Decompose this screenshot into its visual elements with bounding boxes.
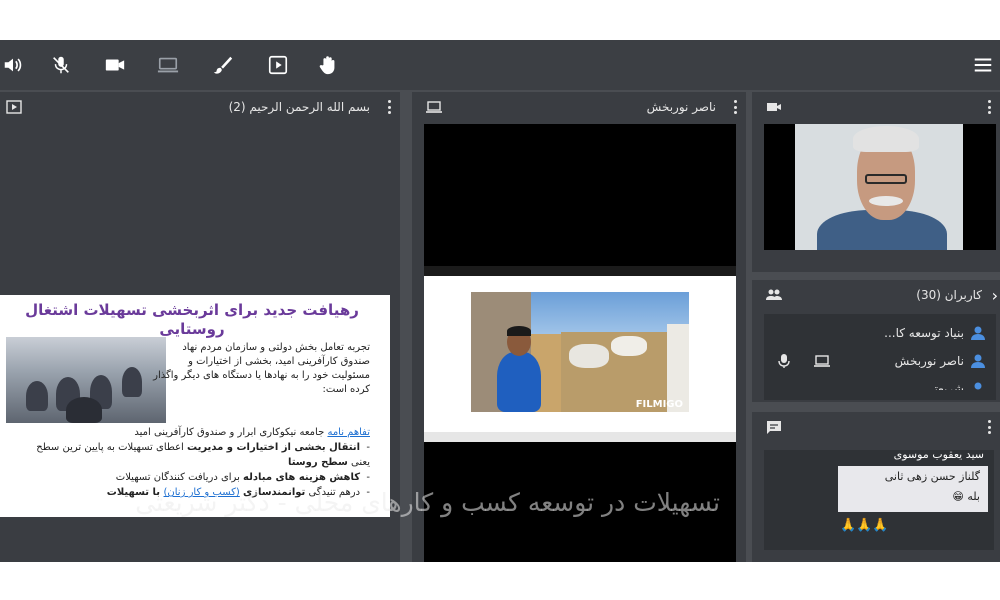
users-icon bbox=[766, 287, 782, 303]
chat-reactions: 🙏🙏🙏 bbox=[840, 518, 889, 533]
screen-share-icon bbox=[426, 99, 442, 115]
screen-panel-header: ناصر نوربخش bbox=[412, 92, 746, 122]
webcam-options-icon[interactable] bbox=[984, 98, 994, 116]
toolbar bbox=[0, 40, 1000, 90]
user-name: ناصر نوربخش bbox=[894, 354, 964, 368]
user-icon bbox=[970, 353, 986, 369]
video-watermark: FILMIGO bbox=[635, 399, 683, 410]
presentation-icon bbox=[6, 99, 22, 115]
chat-panel-header bbox=[752, 412, 1000, 442]
slide-link[interactable]: تفاهم نامه bbox=[327, 427, 370, 438]
user-row[interactable]: بنیاد توسعه کا... bbox=[770, 322, 992, 344]
video-frame: FILMIGO bbox=[471, 292, 689, 412]
mic-icon bbox=[776, 353, 792, 369]
chat-message-text: بله 😁 bbox=[952, 490, 980, 503]
conference-window: بسم الله الرحمن الرحیم (2) رهیافت جدید ب… bbox=[0, 40, 1000, 562]
presentation-panel-header: بسم الله الرحمن الرحیم (2) bbox=[0, 92, 400, 122]
presentation-title: بسم الله الرحمن الرحیم (2) bbox=[228, 100, 370, 114]
chat-sender: سید یعقوب موسوی bbox=[893, 448, 984, 461]
bullet2-strong: کاهش هزینه های مبادله bbox=[243, 472, 361, 483]
user-icon bbox=[970, 381, 986, 390]
slide: رهیافت جدید برای اثربخشی تسهیلات اشتغال … bbox=[0, 295, 390, 517]
bullet1-strong: انتقال بخشی از اختیارات و مدیریت bbox=[187, 442, 361, 453]
video-player: FILMIGO bbox=[424, 266, 736, 442]
slide-line1: جامعه نیکوکاری ابرار و صندوق کارآفرینی ا… bbox=[134, 427, 328, 438]
webcam-person bbox=[795, 124, 963, 250]
slide-photo bbox=[6, 337, 166, 423]
menu-icon[interactable] bbox=[970, 52, 996, 78]
slide-title: رهیافت جدید برای اثربخشی تسهیلات اشتغال … bbox=[25, 301, 359, 338]
screen-share-icon bbox=[814, 353, 830, 369]
bullet1-end: سطح روستا bbox=[287, 457, 348, 468]
video-caption: تسهیلات در توسعه کسب و کارهای محلی - دکت… bbox=[135, 488, 720, 517]
users-panel-header: کاربران (30) › bbox=[752, 280, 1000, 310]
presentation-options-icon[interactable] bbox=[384, 98, 394, 116]
chevron-right-icon[interactable]: › bbox=[992, 286, 998, 305]
screen-share-icon[interactable] bbox=[155, 52, 181, 78]
bullet2-text: برای دریافت کنندگان تسهیلات bbox=[115, 472, 244, 483]
speaker-icon[interactable] bbox=[0, 52, 26, 78]
webcam-panel-header bbox=[752, 92, 1000, 122]
screen-panel-title: ناصر نوربخش bbox=[646, 100, 716, 114]
user-name: شریعتی bbox=[924, 382, 964, 390]
chat-options-icon[interactable] bbox=[984, 418, 994, 436]
user-row[interactable]: شریعتی bbox=[770, 378, 992, 390]
media-play-icon[interactable] bbox=[265, 52, 291, 78]
chat-message-name: گلناز حسن زهی ثانی bbox=[884, 470, 980, 483]
slide-paragraph: تجربه تعامل بخش دولتی و سازمان مردم نهاد… bbox=[153, 342, 370, 395]
chat-message: گلناز حسن زهی ثانی بله 😁 bbox=[838, 466, 988, 512]
camera-icon[interactable] bbox=[102, 52, 128, 78]
chat-icon bbox=[766, 419, 782, 435]
camera-icon bbox=[766, 99, 782, 115]
mic-muted-icon[interactable] bbox=[48, 52, 74, 78]
screen-options-icon[interactable] bbox=[730, 98, 740, 116]
user-row[interactable]: ناصر نوربخش bbox=[770, 350, 992, 372]
user-icon bbox=[970, 325, 986, 341]
chat-messages: سید یعقوب موسوی گلناز حسن زهی ثانی بله 😁… bbox=[764, 448, 994, 550]
raise-hand-icon[interactable] bbox=[315, 52, 341, 78]
user-name: بنیاد توسعه کا... bbox=[884, 326, 964, 340]
users-panel-title: کاربران (30) bbox=[916, 288, 982, 302]
brush-icon[interactable] bbox=[210, 52, 236, 78]
